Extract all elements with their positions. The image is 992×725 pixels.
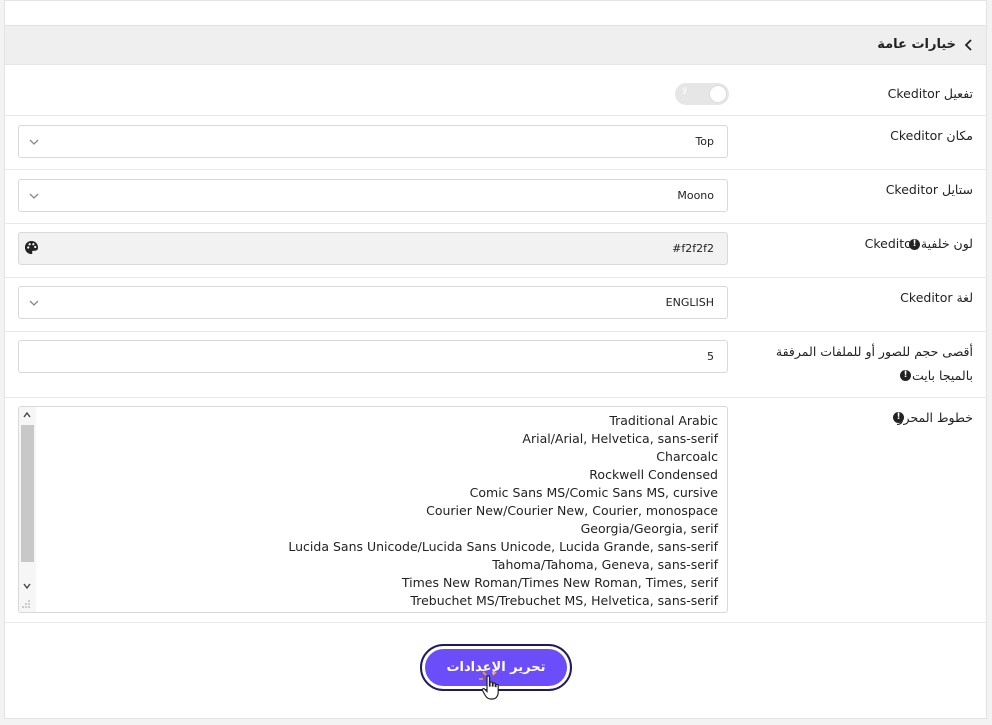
row-position: مكان Ckeditor Top — [5, 116, 986, 170]
font-item: Trebuchet MS/Trebuchet MS, Helvetica, sa… — [410, 593, 718, 608]
bgcolor-value: #f2f2f2 — [672, 242, 714, 255]
chevron-left-icon — [964, 39, 972, 51]
language-value: ENGLISH — [665, 296, 714, 309]
fonts-label: خطوط المحرر — [897, 410, 973, 425]
chevron-down-icon — [29, 193, 39, 199]
palette-icon[interactable] — [24, 240, 39, 255]
style-select[interactable]: Moono — [18, 179, 728, 212]
font-item: Rockwell Condensed — [589, 467, 718, 482]
info-icon[interactable]: ! — [900, 370, 911, 381]
font-item: Tahoma/Tahoma, Geneva, sans-serif — [492, 557, 718, 572]
font-item: Lucida Sans Unicode/Lucida Sans Unicode,… — [288, 539, 718, 554]
settings-panel: خيارات عامة تفعيل Ckeditor لا مكان Ckedi… — [4, 0, 987, 719]
info-icon[interactable]: ! — [893, 412, 904, 423]
chevron-down-icon[interactable] — [22, 581, 32, 591]
font-item: Arial/Arial, Helvetica, sans-serif — [522, 431, 718, 446]
scroll-thumb[interactable] — [21, 425, 34, 562]
font-item: Courier New/Courier New, Courier, monosp… — [426, 503, 718, 518]
chevron-down-icon — [29, 300, 39, 306]
row-enable-ckeditor: تفعيل Ckeditor — [5, 65, 986, 116]
position-select[interactable]: Top — [18, 125, 728, 158]
fonts-textarea[interactable]: Traditional Arabic Arial/Arial, Helvetic… — [18, 406, 728, 613]
font-item: Comic Sans MS/Comic Sans MS, cursive — [469, 485, 718, 500]
row-style: ستايل Ckeditor Moono — [5, 170, 986, 224]
resize-grip-icon[interactable] — [22, 600, 31, 609]
row-language: لغة Ckeditor ENGLISH — [5, 278, 986, 332]
maxsize-value: 5 — [707, 350, 714, 363]
position-value: Top — [695, 135, 714, 148]
fonts-list: Traditional Arabic Arial/Arial, Helvetic… — [288, 412, 718, 610]
toggle-knob — [709, 85, 727, 103]
language-select[interactable]: ENGLISH — [18, 286, 728, 319]
info-icon[interactable]: ! — [909, 239, 920, 250]
enable-toggle[interactable]: لا — [675, 83, 729, 105]
style-value: Moono — [677, 189, 714, 202]
row-maxsize: أقصى حجم للصور أو للملفات المرفقة بالميج… — [5, 332, 986, 398]
bgcolor-input[interactable]: #f2f2f2 — [18, 232, 728, 265]
chevron-up-icon[interactable] — [22, 410, 32, 420]
enable-label: تفعيل Ckeditor — [887, 86, 973, 101]
font-item: Charcoalc — [656, 449, 718, 464]
font-item: Times New Roman/Times New Roman, Times, … — [401, 575, 718, 590]
maxsize-input[interactable]: 5 — [18, 340, 728, 373]
textarea-scrollbar[interactable] — [19, 407, 36, 612]
row-bgcolor: لون خلفية Ckeditor ! #f2f2f2 — [5, 224, 986, 278]
toggle-label: لا — [682, 87, 688, 97]
font-item: Traditional Arabic — [609, 413, 718, 428]
hand-cursor-icon — [479, 671, 499, 700]
font-item: Georgia/Georgia, serif — [580, 521, 718, 536]
position-label: مكان Ckeditor — [890, 128, 973, 143]
panel-header[interactable]: خيارات عامة — [5, 25, 986, 65]
style-label: ستايل Ckeditor — [885, 182, 973, 197]
language-label: لغة Ckeditor — [900, 290, 973, 305]
maxsize-label-line2: بالميجا بايت — [912, 368, 973, 383]
maxsize-label-line1: أقصى حجم للصور أو للملفات المرفقة — [775, 344, 973, 359]
chevron-down-icon — [29, 139, 39, 145]
panel-title: خيارات عامة — [877, 37, 956, 52]
